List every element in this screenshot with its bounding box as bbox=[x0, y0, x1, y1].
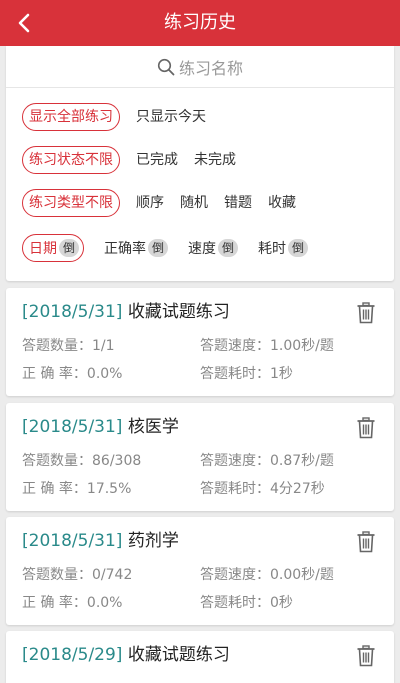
record-name: 药剂学 bbox=[127, 531, 179, 551]
record-date: [2018/5/31] bbox=[22, 417, 123, 437]
stat-value: 0秒 bbox=[270, 595, 293, 611]
trash-icon bbox=[357, 531, 375, 553]
filter-panel: 练习名称 显示全部练习 只显示今天 练习状态不限 已完成 未完成 练习类型不限 … bbox=[6, 46, 394, 281]
page-title: 练习历史 bbox=[164, 12, 236, 33]
sort-by-accuracy[interactable]: 正确率 倒 bbox=[104, 238, 169, 258]
filter-type-random[interactable]: 随机 bbox=[180, 188, 208, 218]
stat-label: 答题速度： bbox=[200, 567, 270, 583]
stat-speed: 答题速度：0.87秒/题 bbox=[200, 451, 334, 471]
record-name: 收藏试题练习 bbox=[127, 302, 230, 322]
stat-duration: 答题耗时：4分27秒 bbox=[200, 479, 325, 499]
stat-count: 答题数量：0/742 bbox=[22, 565, 132, 585]
stat-label: 答题耗时： bbox=[200, 481, 270, 497]
stat-count: 答题数量：86/308 bbox=[22, 451, 141, 471]
stat-label: 答题耗时： bbox=[200, 595, 270, 611]
stat-label: 答题数量： bbox=[22, 567, 92, 583]
history-record[interactable]: [2018/5/31] 核医学 答题数量：86/308 答题速度：0.87秒/题… bbox=[6, 403, 394, 511]
sort-by-speed[interactable]: 速度 倒 bbox=[188, 238, 239, 258]
trash-icon bbox=[357, 302, 375, 324]
stat-accuracy: 正 确 率：17.5% bbox=[22, 479, 131, 499]
filter-type-sequential[interactable]: 顺序 bbox=[136, 188, 164, 218]
filter-today-only[interactable]: 只显示今天 bbox=[136, 102, 206, 132]
record-name: 收藏试题练习 bbox=[127, 645, 230, 665]
sort-order-badge: 倒 bbox=[218, 239, 239, 257]
stat-value: 1秒 bbox=[270, 366, 293, 382]
sort-by-duration[interactable]: 耗时 倒 bbox=[258, 238, 309, 258]
search-icon bbox=[157, 58, 175, 76]
delete-button[interactable] bbox=[356, 302, 376, 324]
stat-duration: 答题耗时：0秒 bbox=[200, 593, 293, 613]
record-name: 核医学 bbox=[127, 417, 179, 437]
record-date: [2018/5/29] bbox=[22, 645, 123, 665]
delete-button[interactable] bbox=[356, 531, 376, 553]
status-filter-row: 练习状态不限 已完成 未完成 bbox=[22, 145, 252, 175]
stat-speed: 答题速度：0.00秒/题 bbox=[200, 565, 334, 585]
sort-row: 日期 倒 正确率 倒 速度 倒 耗时 倒 bbox=[22, 233, 328, 263]
record-title: [2018/5/31] 药剂学 bbox=[22, 529, 179, 553]
filter-status-undone[interactable]: 未完成 bbox=[194, 145, 236, 175]
stat-value: 86/308 bbox=[92, 453, 142, 469]
filter-status-done[interactable]: 已完成 bbox=[136, 145, 178, 175]
sort-by-date[interactable]: 日期 倒 bbox=[22, 234, 85, 262]
stat-duration: 答题耗时：1秒 bbox=[200, 364, 293, 384]
stat-accuracy: 正 确 率：0.0% bbox=[22, 364, 122, 384]
stat-value: 1/1 bbox=[92, 338, 115, 354]
stat-value: 4分27秒 bbox=[270, 481, 325, 497]
stat-value: 0.00秒/题 bbox=[270, 567, 334, 583]
stat-value: 0.87秒/题 bbox=[270, 453, 334, 469]
sort-order-badge: 倒 bbox=[59, 239, 80, 257]
sort-label: 日期 bbox=[29, 241, 57, 257]
sort-label: 速度 bbox=[188, 241, 217, 257]
stat-value: 0/742 bbox=[92, 567, 133, 583]
filter-type-any[interactable]: 练习类型不限 bbox=[22, 189, 120, 217]
record-title: [2018/5/29] 收藏试题练习 bbox=[22, 643, 230, 667]
history-record[interactable]: [2018/5/29] 收藏试题练习 bbox=[6, 631, 394, 683]
stat-label: 答题速度： bbox=[200, 338, 270, 354]
app-header: 练习历史 bbox=[0, 0, 400, 46]
stat-speed: 答题速度：1.00秒/题 bbox=[200, 336, 334, 356]
sort-label: 耗时 bbox=[258, 241, 287, 257]
stat-label: 正 确 率： bbox=[22, 481, 87, 497]
stat-value: 1.00秒/题 bbox=[270, 338, 334, 354]
record-title: [2018/5/31] 核医学 bbox=[22, 415, 179, 439]
history-record[interactable]: [2018/5/31] 药剂学 答题数量：0/742 答题速度：0.00秒/题 … bbox=[6, 517, 394, 625]
scope-filter-row: 显示全部练习 只显示今天 bbox=[22, 102, 222, 132]
sort-order-badge: 倒 bbox=[148, 239, 169, 257]
stat-count: 答题数量：1/1 bbox=[22, 336, 115, 356]
stat-label: 正 确 率： bbox=[22, 595, 87, 611]
delete-button[interactable] bbox=[356, 645, 376, 667]
trash-icon bbox=[357, 417, 375, 439]
stat-value: 0.0% bbox=[86, 366, 123, 382]
stat-value: 0.0% bbox=[86, 595, 123, 611]
sort-label: 正确率 bbox=[104, 241, 147, 257]
type-filter-row: 练习类型不限 顺序 随机 错题 收藏 bbox=[22, 188, 312, 218]
stat-value: 17.5% bbox=[86, 481, 132, 497]
stat-accuracy: 正 确 率：0.0% bbox=[22, 593, 122, 613]
record-date: [2018/5/31] bbox=[22, 302, 123, 322]
filter-type-favorite[interactable]: 收藏 bbox=[268, 188, 296, 218]
search-placeholder: 练习名称 bbox=[178, 59, 243, 78]
history-record[interactable]: [2018/5/31] 收藏试题练习 答题数量：1/1 答题速度：1.00秒/题… bbox=[6, 288, 394, 396]
filter-type-wrong[interactable]: 错题 bbox=[224, 188, 252, 218]
stat-label: 正 确 率： bbox=[22, 366, 87, 382]
sort-order-badge: 倒 bbox=[288, 239, 309, 257]
record-title: [2018/5/31] 收藏试题练习 bbox=[22, 300, 230, 324]
record-date: [2018/5/31] bbox=[22, 531, 123, 551]
delete-button[interactable] bbox=[356, 417, 376, 439]
stat-label: 答题速度： bbox=[200, 453, 270, 469]
stat-label: 答题数量： bbox=[22, 453, 92, 469]
stat-label: 答题耗时： bbox=[200, 366, 270, 382]
stat-label: 答题数量： bbox=[22, 338, 92, 354]
trash-icon bbox=[357, 645, 375, 667]
search-input[interactable]: 练习名称 bbox=[6, 46, 394, 88]
filter-status-any[interactable]: 练习状态不限 bbox=[22, 146, 120, 174]
filter-show-all[interactable]: 显示全部练习 bbox=[22, 103, 120, 131]
